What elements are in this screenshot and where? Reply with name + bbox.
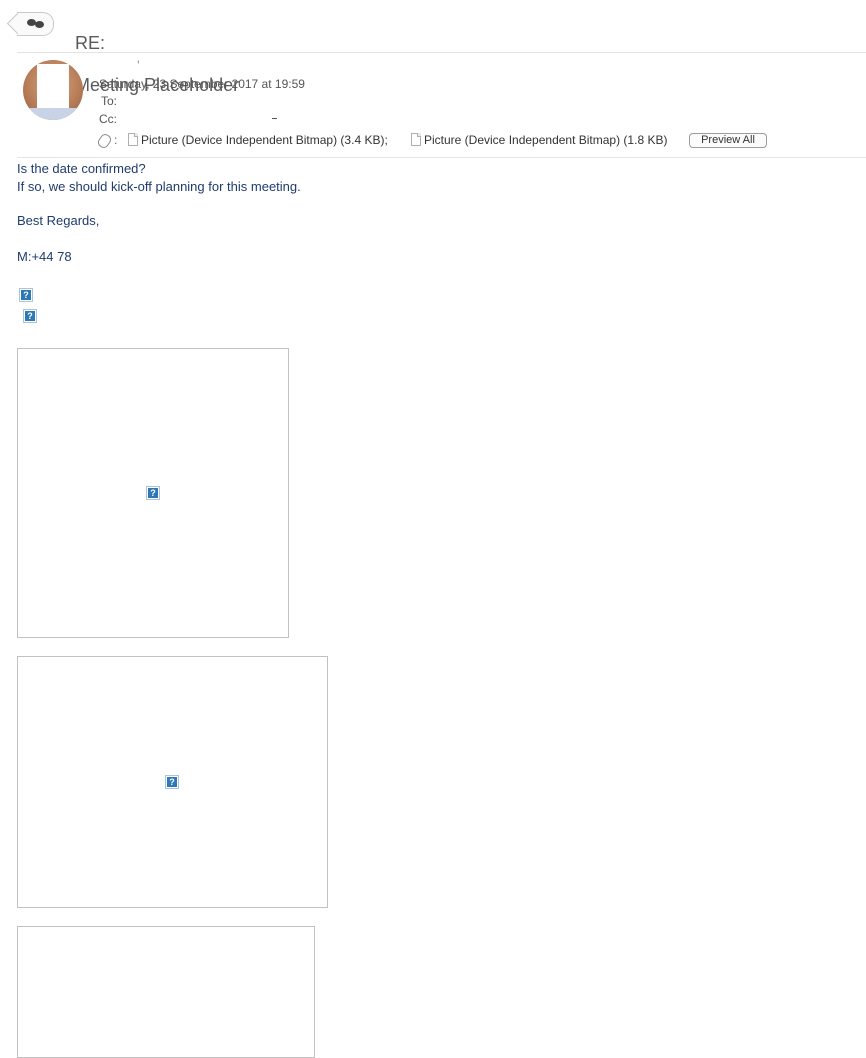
body-line-request: If so, we should kick-off planning for t… xyxy=(17,179,301,194)
attachment-link-2[interactable]: Picture (Device Independent Bitmap) (1.8… xyxy=(424,133,667,147)
body-line-question: Is the date confirmed? xyxy=(17,161,146,176)
cc-redacted-mark xyxy=(272,118,277,119)
message-date: Saturday, 23 September 2017 at 19:59 xyxy=(99,77,305,91)
preview-all-button[interactable]: Preview All xyxy=(689,133,767,148)
to-label: To: xyxy=(101,94,118,108)
file-icon xyxy=(411,133,421,146)
file-icon xyxy=(128,133,138,146)
broken-image-icon: ? xyxy=(23,309,37,323)
broken-image-icon: ? xyxy=(165,775,179,789)
subject-prefix: RE: xyxy=(75,33,106,53)
inline-image-frame xyxy=(17,926,315,1058)
broken-image-icon: ? xyxy=(146,486,160,500)
body-divider xyxy=(17,157,866,158)
conversation-bubbles-icon[interactable] xyxy=(17,12,54,36)
inline-image-frame: ? xyxy=(17,348,289,638)
attachment-link-1[interactable]: Picture (Device Independent Bitmap) (3.4… xyxy=(141,133,388,147)
inline-image-frame: ? xyxy=(17,656,328,908)
body-closing: Best Regards, xyxy=(17,213,100,228)
broken-image-icon: ? xyxy=(19,288,33,302)
cc-label: Cc: xyxy=(99,112,117,126)
sender-avatar xyxy=(23,60,83,120)
attachments-colon: : xyxy=(114,133,118,147)
header-divider xyxy=(17,52,866,53)
signature-phone: M:+44 78 xyxy=(17,249,72,264)
paperclip-icon xyxy=(95,132,114,150)
